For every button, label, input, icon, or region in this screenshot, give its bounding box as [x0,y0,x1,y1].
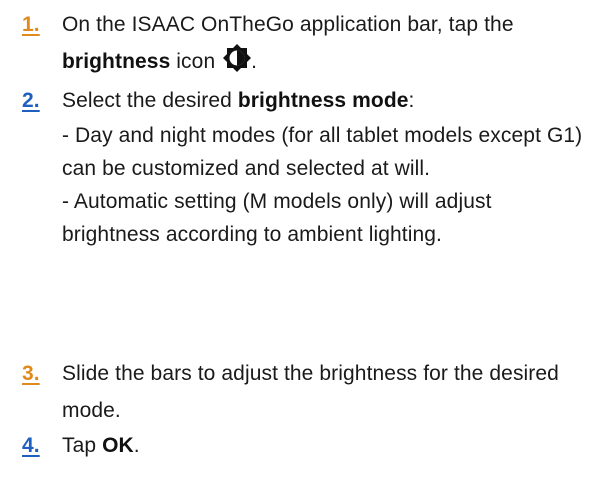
step-text-part: Slide the bars to adjust the brightness … [62,362,559,422]
step-bold-term: brightness [62,50,171,73]
step-number: 3. [22,362,40,385]
instruction-list: 1. On the ISAAC OnTheGo application bar,… [0,0,590,478]
step-text: Tap OK. [62,427,584,464]
step-3: 3. Slide the bars to adjust the brightne… [22,355,584,429]
step-text: Select the desired brightness mode: - Da… [62,82,584,251]
brightness-icon [223,44,252,72]
step-text-part: . [133,434,140,457]
step-text: Slide the bars to adjust the brightness … [62,355,584,429]
step-1: 1. On the ISAAC OnTheGo application bar,… [22,6,584,80]
step-number: 1. [22,13,40,36]
step-bold-term: brightness mode [237,89,409,112]
step-number: 4. [22,434,40,457]
step-text-part: : [408,89,415,112]
step-text: On the ISAAC OnTheGo application bar, ta… [62,6,584,80]
step-text-part: On the ISAAC OnTheGo application bar, ta… [62,13,514,36]
step-note-day-night: - Day and night modes (for all tablet mo… [62,124,583,180]
step-text-part: Tap [62,434,103,457]
step-text-part: . [251,50,258,73]
step-note-automatic: - Automatic setting (M models only) will… [62,190,492,246]
step-2: 2. Select the desired brightness mode: -… [22,82,584,251]
step-text-part: icon [170,50,222,73]
step-number: 2. [22,89,40,112]
step-bold-term: OK [102,434,134,457]
step-text-part: Select the desired [62,89,238,112]
step-4: 4. Tap OK. [22,427,584,464]
